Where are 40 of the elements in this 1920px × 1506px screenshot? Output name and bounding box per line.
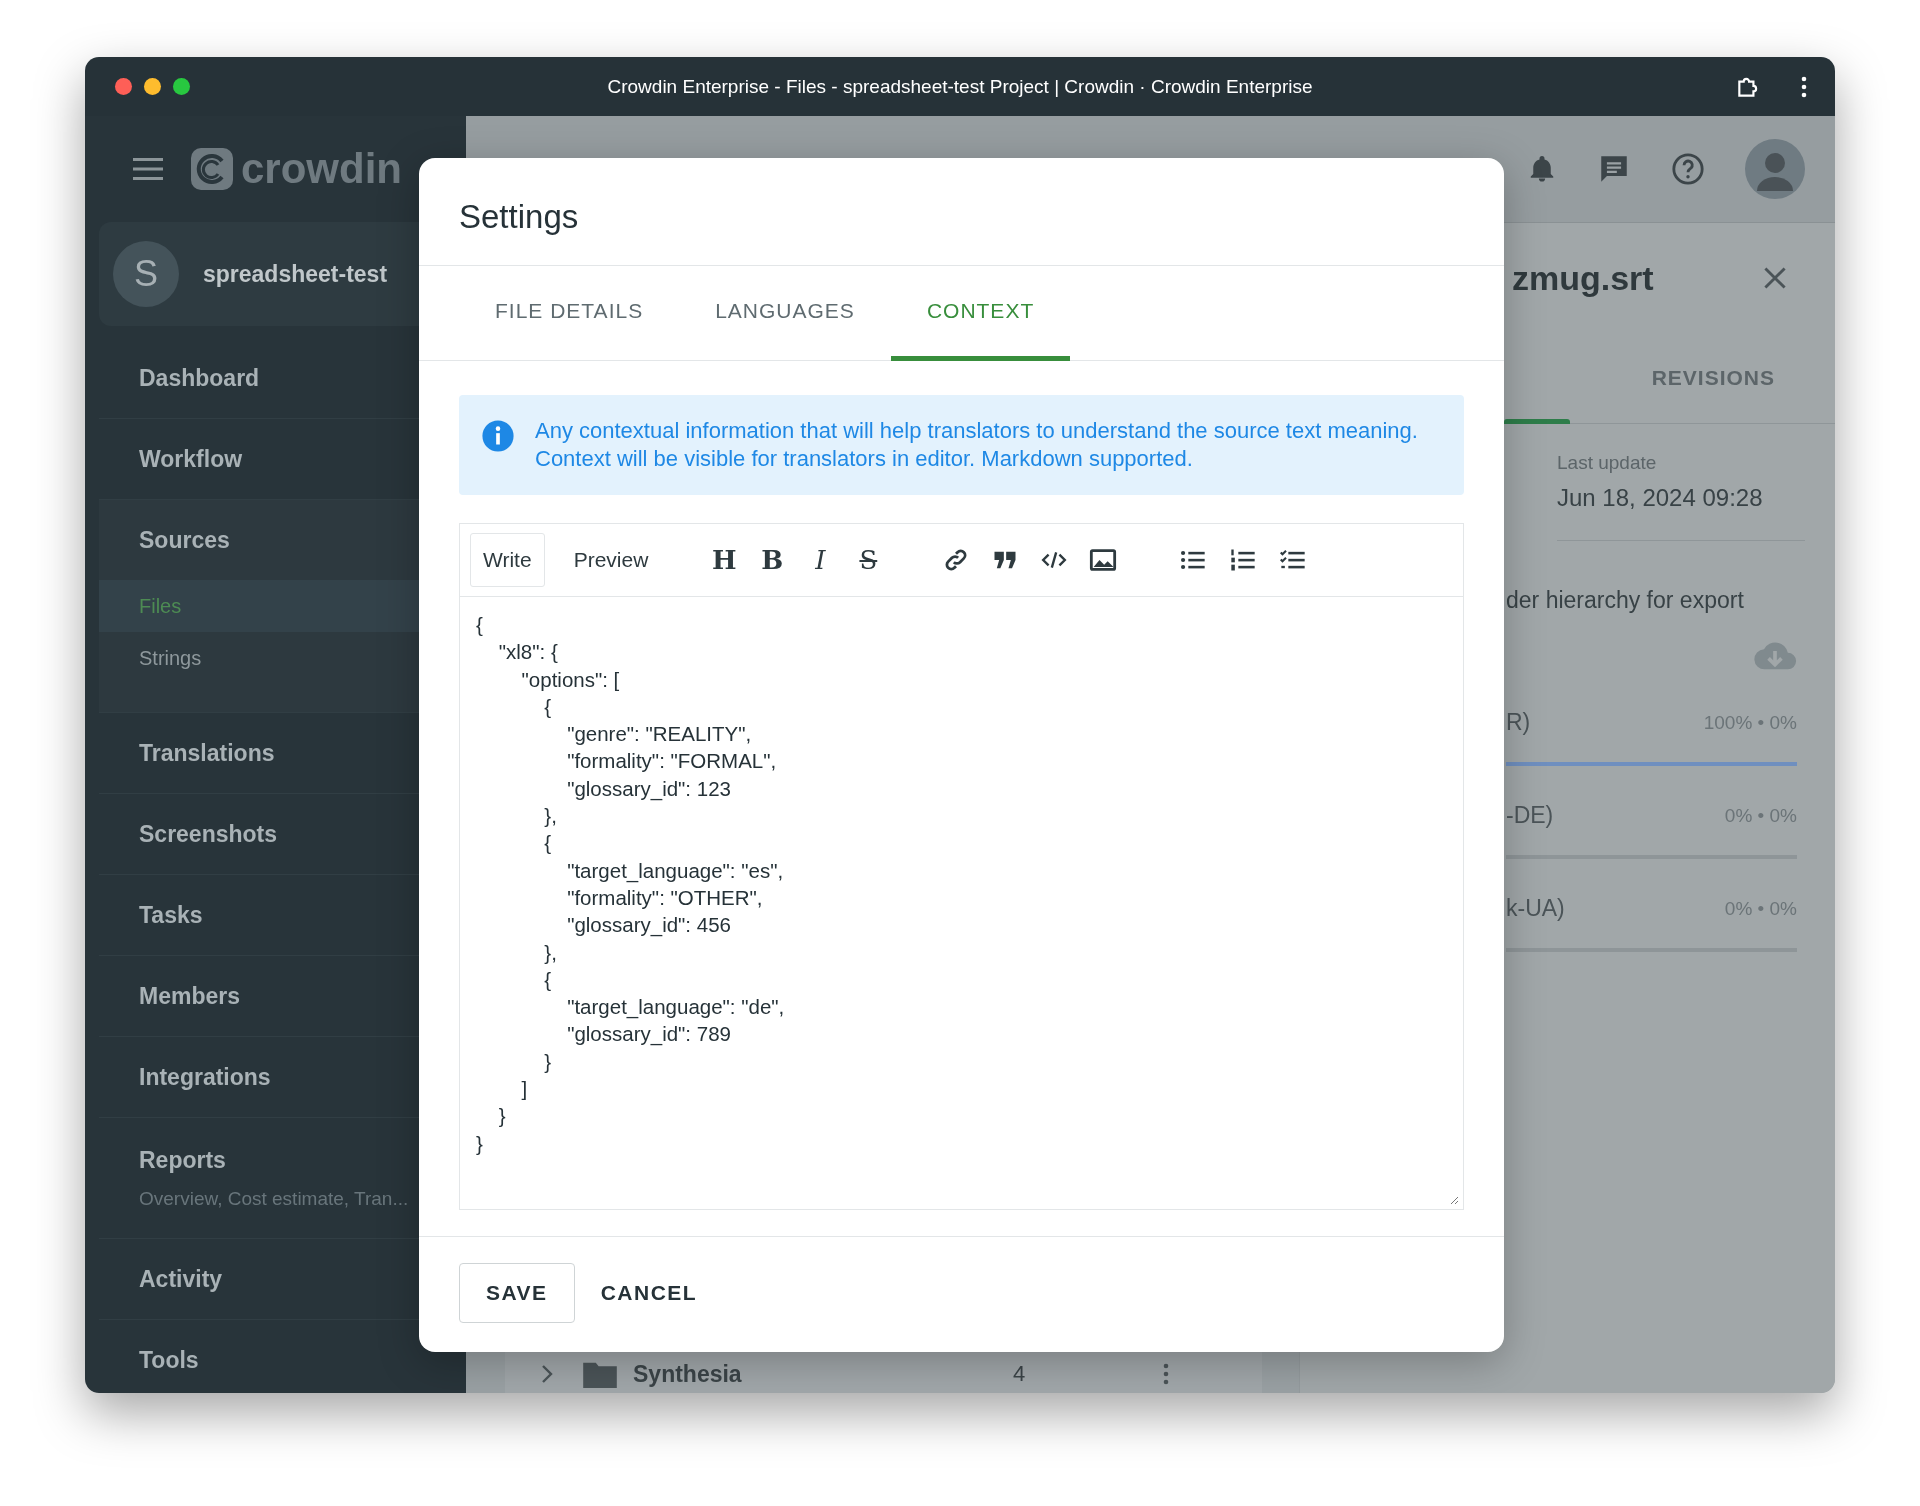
editor-mode-tab[interactable]: Write xyxy=(470,533,545,587)
info-icon xyxy=(481,419,515,453)
project-name: spreadsheet-test xyxy=(203,260,388,288)
close-icon[interactable] xyxy=(1763,266,1787,290)
format-button[interactable]: S xyxy=(855,545,882,575)
menu-icon[interactable] xyxy=(133,158,163,180)
logo-icon xyxy=(190,147,234,191)
tab[interactable]: LANGUAGES xyxy=(679,266,891,361)
language-name: R) xyxy=(1506,709,1531,736)
language-name: k-UA) xyxy=(1506,895,1565,922)
image-icon[interactable] xyxy=(1089,546,1118,574)
save-button[interactable]: SAVE xyxy=(459,1263,575,1323)
project-avatar: S xyxy=(113,241,179,307)
close-window-button[interactable] xyxy=(115,78,132,95)
last-update-value: Jun 18, 2024 09:28 xyxy=(1557,484,1764,512)
language-name: -DE) xyxy=(1506,802,1554,829)
info-text: Any contextual information that will help translators to understand the source text meaning. Context will be visible for translators in editor. Markdown supported. xyxy=(535,417,1419,473)
chevron-right-icon[interactable] xyxy=(541,1364,553,1384)
nav-item[interactable]: Tools xyxy=(139,1346,466,1374)
nav-subtitle: Overview, Cost estimate, Tran... xyxy=(139,1187,410,1210)
format-button[interactable]: I xyxy=(807,545,834,575)
window-title: Crowdin Enterprise - Files - spreadsheet-test Project | Crowdin · Crowdin Enterprise xyxy=(607,75,1313,98)
format-button[interactable]: H xyxy=(711,545,738,575)
minimize-window-button[interactable] xyxy=(144,78,161,95)
format-button[interactable]: B xyxy=(759,545,786,575)
file-name: zmug.srt xyxy=(1512,258,1654,298)
help-icon[interactable] xyxy=(1671,152,1705,186)
last-update-label: Last update xyxy=(1557,452,1658,474)
dialog-title: Settings xyxy=(419,158,1504,266)
user-avatar[interactable] xyxy=(1745,139,1805,199)
more-icon[interactable] xyxy=(1801,75,1807,98)
zoom-window-button[interactable] xyxy=(173,78,190,95)
option-label: der hierarchy for export xyxy=(1506,587,1745,614)
resize-grip-icon[interactable] xyxy=(1449,1195,1459,1205)
editor-mode-tab[interactable]: Preview xyxy=(560,533,662,587)
logo-text: crowdin xyxy=(241,145,402,193)
folder-name[interactable]: Synthesia xyxy=(633,1360,983,1388)
tab[interactable]: CONTEXT xyxy=(890,266,1071,361)
folder-icon xyxy=(583,1360,617,1388)
string-count: 4 xyxy=(1013,1361,1027,1387)
